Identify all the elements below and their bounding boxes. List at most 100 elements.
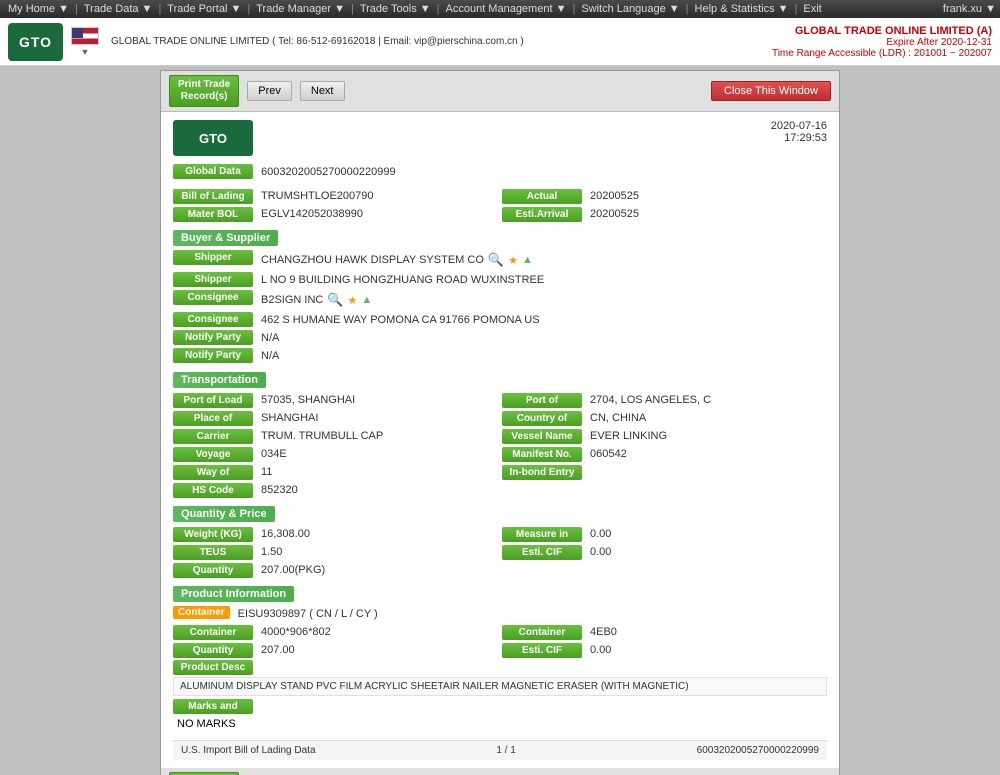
container-tag-row: Container EISU9309897 ( CN / L / CY ) (173, 606, 827, 622)
prod-esti-cif-label: Esti. CIF (502, 643, 582, 658)
prod-container-value-1: 4EB0 (586, 624, 827, 640)
notify-party-row-0: Notify Party N/A (173, 330, 827, 346)
qty-row-1: TEUS 1.50 Esti. CIF 0.00 (173, 544, 827, 560)
print-top-button[interactable]: Print TradeRecord(s) (169, 75, 239, 107)
prod-esti-cif-value: 0.00 (586, 642, 827, 658)
teus-label: TEUS (173, 545, 253, 560)
mater-label: Mater BOL (173, 207, 253, 222)
nav-trade-data[interactable]: Trade Data ▼ (80, 3, 157, 15)
top-navigation: My Home ▼ | Trade Data ▼ | Trade Portal … (0, 0, 1000, 18)
port-of-value: 2704, LOS ANGELES, C (586, 392, 827, 408)
global-data-row: Global Data 6003202005270000220999 (173, 164, 827, 180)
header-right: GLOBAL TRADE ONLINE LIMITED (A) Expire A… (772, 25, 992, 59)
nav-my-home[interactable]: My Home ▼ (4, 3, 73, 15)
actual-value: 20200525 (586, 188, 827, 204)
transport-row-4: Way of 11 In-bond Entry (173, 464, 827, 480)
qty-row-2: Quantity 207.00(PKG) (173, 562, 827, 578)
container-tag-value: EISU9309897 ( CN / L / CY ) (234, 606, 827, 622)
nav-trade-manager[interactable]: Trade Manager ▼ (252, 3, 349, 15)
transportation-header: Transportation (173, 372, 266, 388)
inbond-value (586, 470, 827, 474)
shipper-label-1: Shipper (173, 272, 253, 287)
product-desc-value: ALUMINUM DISPLAY STAND PVC FILM ACRYLIC … (173, 677, 827, 696)
manifest-value: 060542 (586, 446, 827, 462)
way-of-value: 11 (257, 464, 498, 480)
weight-label: Weight (KG) (173, 527, 253, 542)
transport-row-3: Voyage 034E Manifest No. 060542 (173, 446, 827, 462)
nav-exit[interactable]: Exit (799, 3, 825, 15)
content-gto-logo: GTO (173, 120, 253, 156)
vessel-name-value: EVER LINKING (586, 428, 827, 444)
notify-party-row-1: Notify Party N/A (173, 348, 827, 364)
transportation-section: Transportation Port of Load 57035, SHANG… (173, 372, 827, 498)
product-desc-label: Product Desc (173, 660, 253, 675)
header-company-name: GLOBAL TRADE ONLINE LIMITED (A) (772, 25, 992, 37)
esti-cif-value: 0.00 (586, 544, 827, 560)
star-icon-1[interactable]: ★ (348, 294, 358, 307)
place-of-label: Place of (173, 411, 253, 426)
page-info-page: 1 / 1 (496, 745, 515, 756)
marks-label: Marks and (173, 699, 253, 714)
quantity-price-section: Quantity & Price Weight (KG) 16,308.00 M… (173, 506, 827, 578)
nav-account-management[interactable]: Account Management ▼ (442, 3, 571, 15)
consignee-label-1: Consignee (173, 312, 253, 327)
marks-value: NO MARKS (173, 716, 827, 732)
prod-qty-value: 207.00 (257, 642, 498, 658)
shipper-row-1: Shipper L NO 9 BUILDING HONGZHUANG ROAD … (173, 272, 827, 288)
measure-label: Measure in (502, 527, 582, 542)
measure-value: 0.00 (586, 526, 827, 542)
magnifier-icon-1[interactable]: 🔍 (327, 292, 343, 308)
hs-code-value: 852320 (257, 482, 498, 498)
content-area: GTO 2020-07-16 17:29:53 Global Data 6003… (161, 112, 839, 768)
prod-qty-label: Quantity (173, 643, 253, 658)
bill-right: Actual 20200525 (502, 188, 827, 204)
magnifier-icon-0[interactable]: 🔍 (488, 252, 504, 268)
content-date: 2020-07-16 17:29:53 (771, 120, 827, 144)
next-top-button[interactable]: Next (300, 81, 345, 101)
vessel-name-label: Vessel Name (502, 429, 582, 444)
mater-row: Mater BOL EGLV142052038990 Esti.Arrival … (173, 206, 827, 222)
manifest-label: Manifest No. (502, 447, 582, 462)
prod-container-label-1: Container (502, 625, 582, 640)
country-of-value: CN, CHINA (586, 410, 827, 426)
close-top-button[interactable]: Close This Window (711, 81, 831, 101)
mater-value: EGLV142052038990 (257, 206, 498, 222)
product-desc-row: Product Desc (173, 660, 827, 675)
consignee-text-0: B2SIGN INC (261, 294, 323, 306)
port-load-value: 57035, SHANGHAI (257, 392, 498, 408)
place-of-value: SHANGHAI (257, 410, 498, 426)
transport-row-5: HS Code 852320 (173, 482, 827, 498)
esti-cif-label: Esti. CIF (502, 545, 582, 560)
content-date-value: 2020-07-16 (771, 120, 827, 132)
actual-label: Actual (502, 189, 582, 204)
arrow-icon-1[interactable]: ▲ (361, 294, 372, 306)
nav-trade-tools[interactable]: Trade Tools ▼ (356, 3, 435, 15)
us-flag (71, 27, 99, 45)
mater-right: Esti.Arrival 20200525 (502, 206, 827, 222)
prod-row-1: Quantity 207.00 Esti. CIF 0.00 (173, 642, 827, 658)
nav-switch-language[interactable]: Switch Language ▼ (577, 3, 683, 15)
consignee-label-0: Consignee (173, 290, 253, 305)
notify-party-label-1: Notify Party (173, 348, 253, 363)
prev-top-button[interactable]: Prev (247, 81, 292, 101)
product-info-section: Product Information Container EISU930989… (173, 586, 827, 732)
shipper-value-0: CHANGZHOU HAWK DISPLAY SYSTEM CO 🔍 ★ ▲ (257, 250, 827, 270)
transport-row-1: Place of SHANGHAI Country of CN, CHINA (173, 410, 827, 426)
nav-trade-portal[interactable]: Trade Portal ▼ (163, 3, 245, 15)
bottom-toolbar: Print TradeRecord(s) Prev Next Close Thi… (161, 768, 839, 775)
page-info-global: 6003202005270000220999 (697, 745, 819, 756)
star-icon-0[interactable]: ★ (508, 254, 518, 267)
nav-help-statistics[interactable]: Help & Statistics ▼ (691, 3, 793, 15)
shipper-value-1: L NO 9 BUILDING HONGZHUANG ROAD WUXINSTR… (257, 272, 827, 288)
global-data-label: Global Data (173, 164, 253, 179)
container-tag: Container (173, 606, 230, 619)
content-logo-row: GTO 2020-07-16 17:29:53 (173, 120, 827, 156)
consignee-value-1: 462 S HUMANE WAY POMONA CA 91766 POMONA … (257, 312, 827, 328)
arrow-icon-0[interactable]: ▲ (522, 254, 533, 266)
top-toolbar: Print TradeRecord(s) Prev Next Close Thi… (161, 71, 839, 112)
user-info[interactable]: frank.xu ▼ (943, 3, 996, 15)
voyage-value: 034E (257, 446, 498, 462)
bill-label: Bill of Lading (173, 189, 253, 204)
consignee-row-1: Consignee 462 S HUMANE WAY POMONA CA 917… (173, 312, 827, 328)
transport-row-0: Port of Load 57035, SHANGHAI Port of 270… (173, 392, 827, 408)
